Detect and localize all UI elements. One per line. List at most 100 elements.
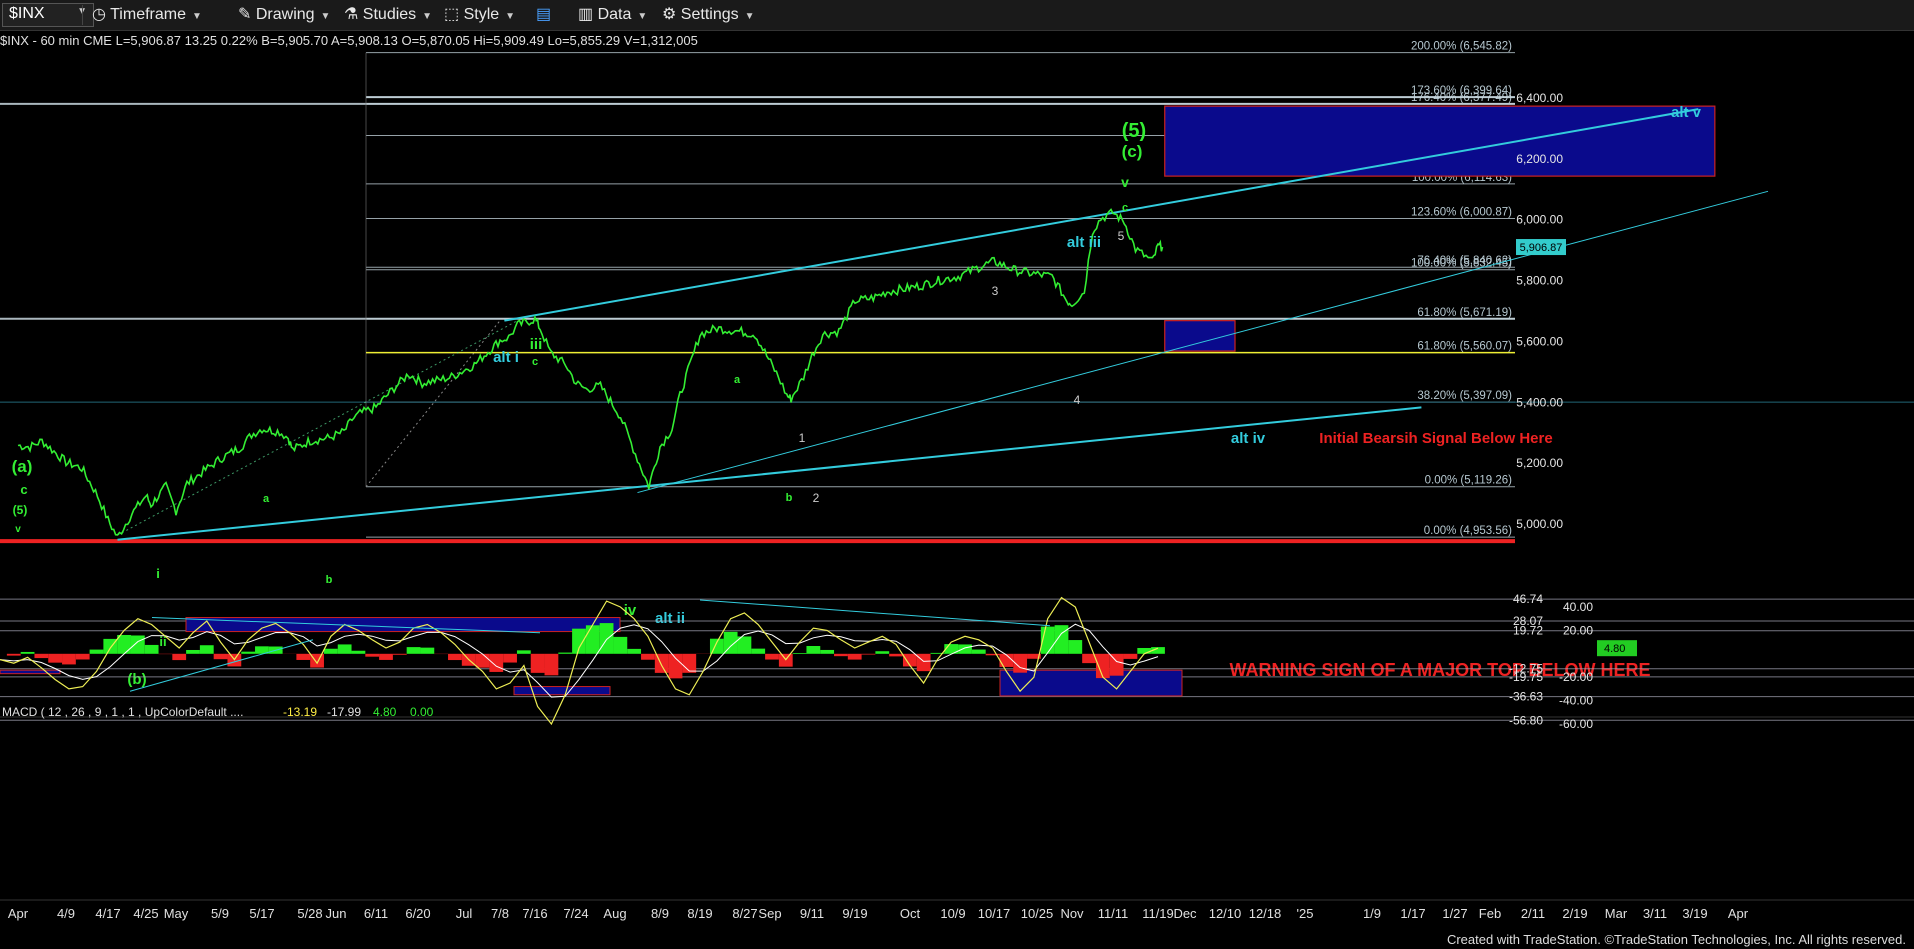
macd-histogram-bar	[144, 644, 159, 654]
macd-histogram-bar	[806, 646, 821, 654]
macd-level-label: -19.75	[1509, 670, 1543, 684]
wave-label: iii	[530, 336, 543, 353]
time-axis-tick-label: Feb	[1479, 906, 1501, 921]
macd-histogram-bar	[751, 648, 766, 654]
time-axis-tick-label: 5/17	[249, 906, 274, 921]
macd-histogram-bar	[682, 653, 697, 673]
macd-histogram-bar	[89, 649, 104, 654]
time-axis-tick-label: 8/9	[651, 906, 669, 921]
macd-histogram-bar	[585, 625, 600, 654]
wave-count-label: 4	[1074, 393, 1081, 407]
macd-axis-tick-label: -60.00	[1559, 717, 1593, 731]
macd-trendline	[699, 599, 1051, 627]
fib-level-label: 61.80% (5,671.19)	[1417, 307, 1512, 319]
time-axis-tick-label: 11/19	[1142, 906, 1174, 921]
macd-histogram-bar	[834, 653, 848, 657]
wave-label: (c)	[1122, 142, 1143, 161]
time-axis-tick-label: Apr	[1728, 906, 1749, 921]
macd-histogram-bar	[420, 647, 435, 654]
macd-level-label: -56.80	[1509, 713, 1543, 727]
macd-histogram-bar	[820, 649, 835, 654]
wave-label: v	[15, 524, 21, 535]
macd-axis-tick-label: -20.00	[1559, 670, 1593, 684]
macd-histogram-bar	[613, 636, 628, 654]
macd-histogram-bar	[641, 653, 655, 660]
price-axis-tick-label: 5,600.00	[1516, 334, 1563, 348]
macd-histogram-bar	[172, 653, 187, 661]
time-axis-tick-label: 3/11	[1643, 906, 1667, 921]
macd-axis-tick-label: 40.00	[1563, 600, 1593, 614]
macd-histogram-bar	[62, 653, 76, 665]
wave-label: b	[326, 574, 333, 586]
macd-histogram-bar	[544, 653, 559, 676]
macd-box	[0, 669, 61, 675]
alt-wave-label: alt iii	[1067, 234, 1101, 251]
time-axis-tick-label: Jun	[326, 906, 347, 921]
price-panel: 200.00% (6,545.82)176.40% (6,377.49)173.…	[0, 41, 1914, 688]
macd-histogram-bar	[516, 650, 531, 654]
time-axis-tick-label: Dec	[1173, 906, 1197, 921]
time-axis-tick-label: 8/27	[732, 906, 757, 921]
macd-histogram-bar	[48, 653, 63, 663]
wave-label: c	[20, 482, 27, 497]
time-axis-tick-label: 8/19	[687, 906, 712, 921]
time-axis-tick-label: Aug	[603, 906, 626, 921]
price-axis-tick-label: 6,400.00	[1516, 91, 1563, 105]
macd-histogram-bar	[627, 648, 642, 654]
price-axis-tick-label: 5,200.00	[1516, 456, 1563, 470]
macd-axis-tick-label: 20.00	[1563, 623, 1593, 637]
macd-reading: -17.99	[327, 705, 361, 719]
macd-histogram-bar	[392, 653, 407, 655]
alt-wave-label: alt iv	[1231, 430, 1266, 447]
time-axis-tick-label: 7/24	[563, 906, 588, 921]
wave-label: c	[532, 356, 538, 368]
time-axis-tick-label: 7/8	[491, 906, 509, 921]
macd-level-label: 46.74	[1513, 592, 1543, 606]
time-axis-tick-label: 2/11	[1521, 906, 1545, 921]
macd-histogram-bar	[448, 653, 462, 661]
wave-label: v	[1121, 174, 1129, 190]
macd-histogram-bar	[117, 634, 131, 654]
macd-histogram-bar	[847, 653, 862, 660]
macd-histogram-bar	[296, 653, 311, 660]
time-axis-tick-label: 1/27	[1442, 906, 1467, 921]
time-axis-tick-label: 12/18	[1249, 906, 1282, 921]
time-axis-tick-label: 5/28	[297, 906, 322, 921]
wave-label: (b)	[127, 671, 146, 688]
macd-histogram-bar	[999, 653, 1014, 667]
macd-histogram-bar	[861, 653, 876, 655]
macd-title: MACD ( 12 , 26 , 9 , 1 , 1 , UpColorDefa…	[2, 705, 243, 719]
macd-level-label: 19.72	[1513, 624, 1543, 638]
fib-level-label: 123.60% (6,000.87)	[1411, 206, 1512, 218]
wave-count-label: 5	[1118, 229, 1125, 243]
wave-label: (5)	[13, 503, 28, 517]
alt-wave-label: alt v	[1671, 104, 1702, 121]
time-axis-tick-label: 1/9	[1363, 906, 1381, 921]
time-axis-tick-label: Mar	[1605, 906, 1628, 921]
macd-histogram-bar	[958, 644, 972, 654]
time-axis-tick-label: 1/17	[1400, 906, 1425, 921]
chart-area[interactable]: 200.00% (6,545.82)176.40% (6,377.49)173.…	[0, 0, 1914, 949]
macd-histogram-bar	[406, 647, 421, 654]
wave-label: (5)	[1122, 120, 1146, 142]
fib-level-label: 61.80% (5,560.07)	[1417, 341, 1512, 353]
macd-box	[185, 617, 621, 633]
macd-box	[513, 686, 611, 696]
macd-histogram-bar	[558, 652, 573, 654]
macd-reading: -13.19	[283, 705, 317, 719]
macd-reading: 4.80	[373, 705, 397, 719]
macd-histogram-bar	[241, 651, 256, 654]
wave-label: a	[263, 493, 270, 505]
time-axis-tick-label: 4/9	[57, 906, 75, 921]
macd-histogram-bar	[213, 653, 228, 660]
macd-histogram-bar	[792, 653, 807, 654]
target-box	[1164, 105, 1716, 177]
time-axis-tick-label: May	[164, 906, 189, 921]
fib-level-label: 173.60% (6,399.64)	[1411, 85, 1512, 97]
bearish-signal-text: Initial Bearsih Signal Below Here	[1319, 430, 1552, 447]
time-axis-tick-label: '25	[1297, 906, 1314, 921]
macd-histogram-bar	[75, 653, 90, 660]
fib-level-label: 0.00% (4,953.56)	[1424, 525, 1512, 537]
macd-histogram-bar	[379, 653, 393, 660]
macd-histogram-bar	[765, 653, 779, 660]
